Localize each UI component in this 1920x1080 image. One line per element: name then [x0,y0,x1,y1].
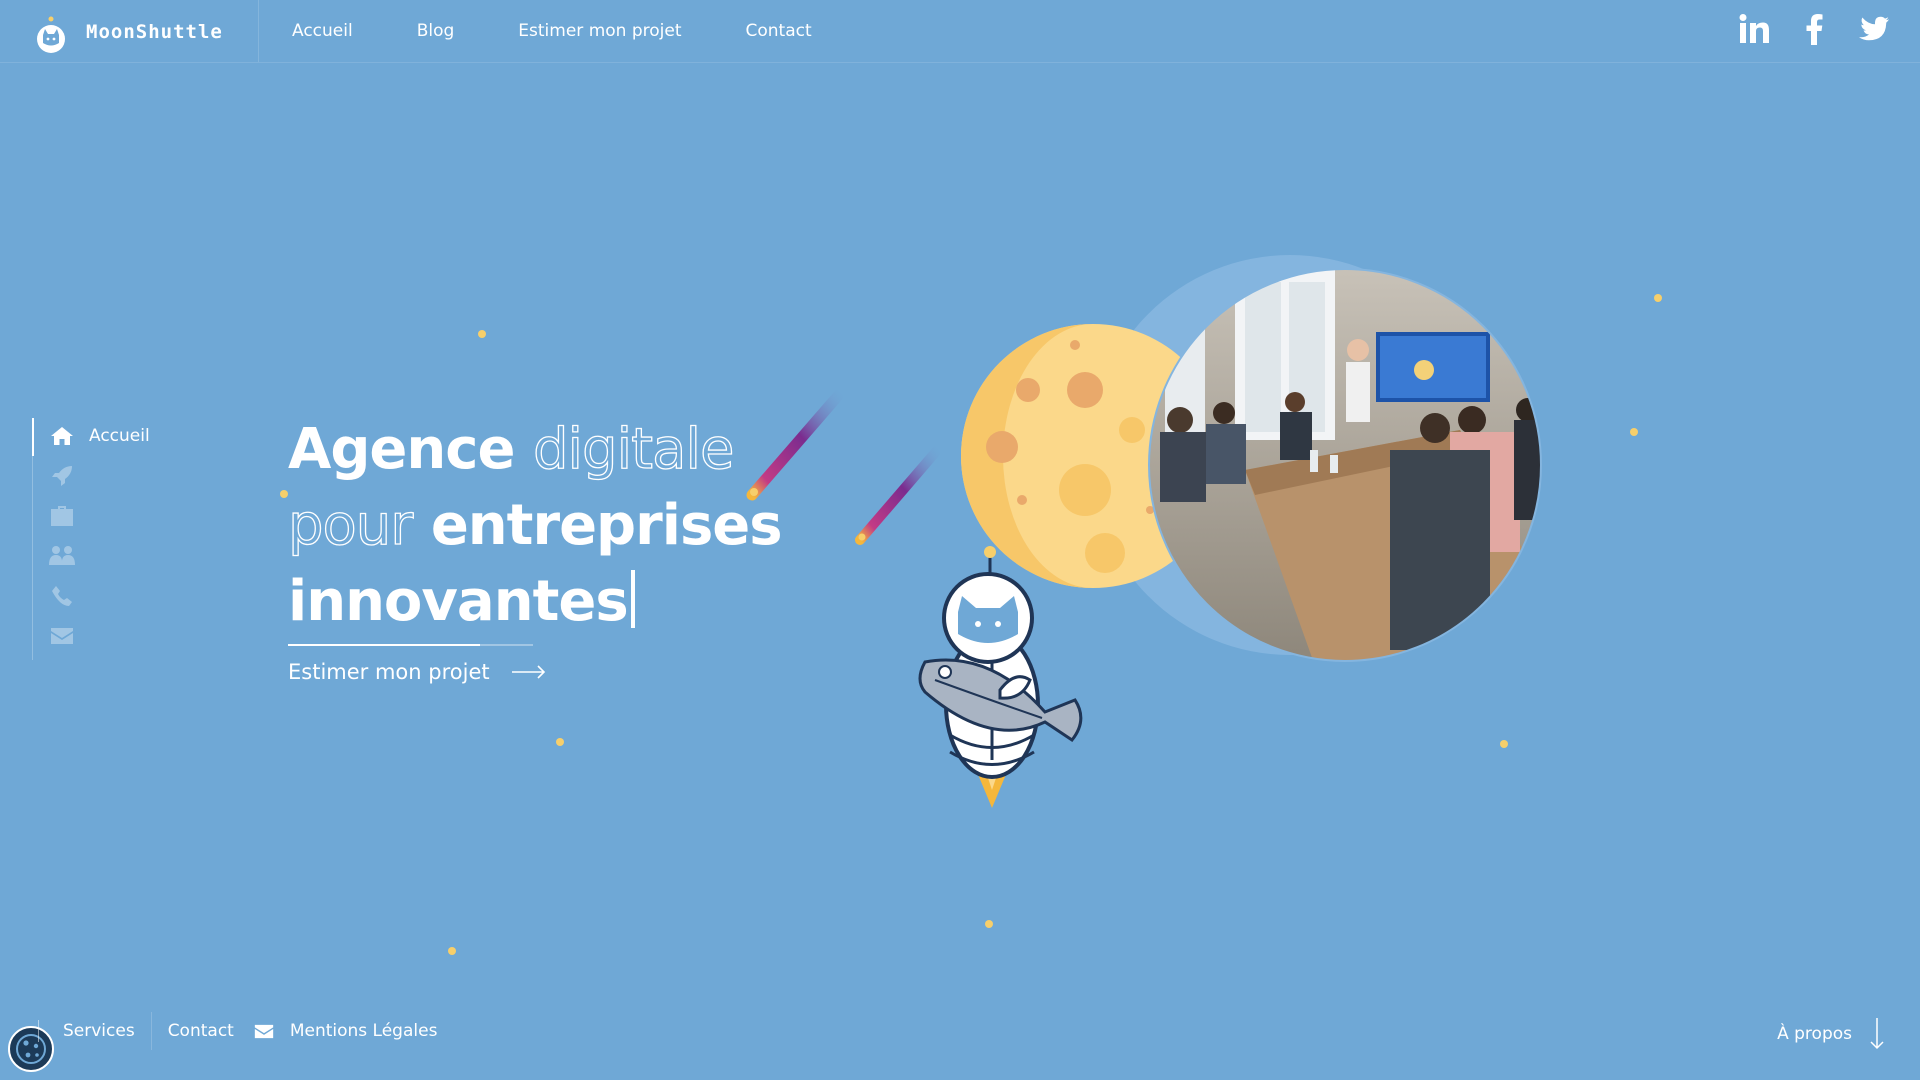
footer-links: Services Contact Mentions Légales [38,1012,438,1050]
footer-link-contact[interactable]: Contact [168,1021,234,1041]
star-dot [280,490,288,498]
star-dot [1630,428,1638,436]
arrow-down-icon [1870,1018,1884,1050]
star-dot [1500,740,1508,748]
star-dot [556,738,564,746]
footer-link-services[interactable]: Services [63,1021,135,1041]
hero-illustration [746,255,1542,808]
star-dot [478,330,486,338]
about-label: À propos [1777,1024,1852,1044]
about-scroll-link[interactable]: À propos [1777,1018,1884,1050]
footer-link-legal[interactable]: Mentions Légales [290,1021,438,1041]
meteor-1 [746,384,849,501]
astronaut-cat-illustration [918,546,1083,808]
star-dot [1654,294,1662,302]
star-dot [985,920,993,928]
star-dot [448,947,456,955]
meteor-2 [855,442,945,545]
footer-divider [150,1012,152,1050]
footer-tick [38,1020,39,1042]
envelope-icon [254,1024,274,1039]
